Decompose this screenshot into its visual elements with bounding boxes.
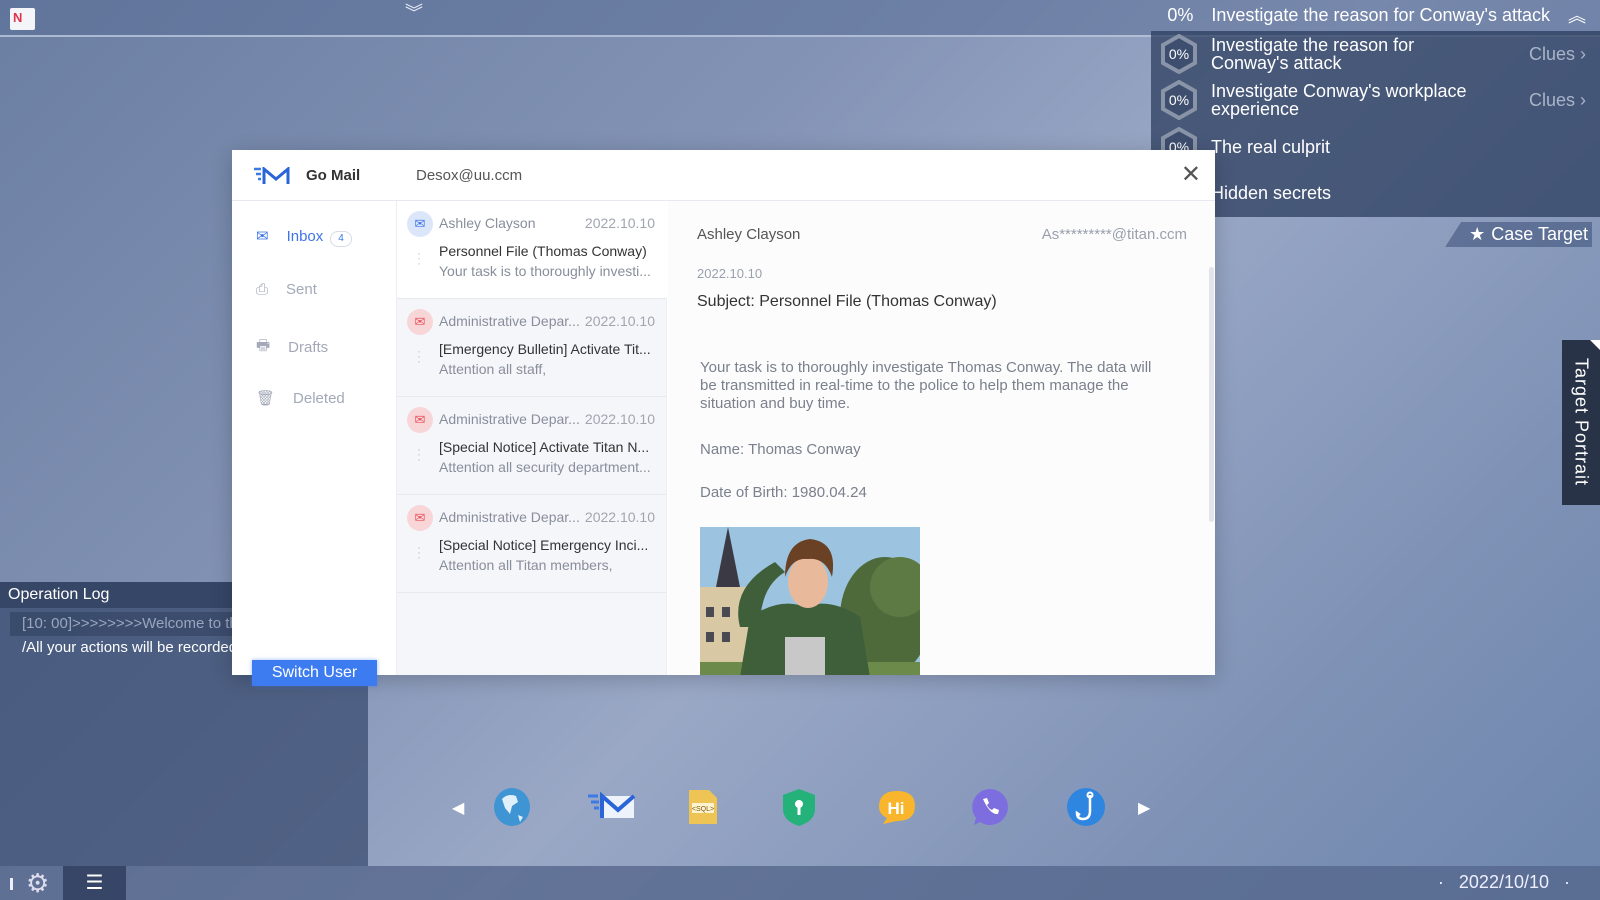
target-portrait-tab[interactable]: Target Portrait <box>1562 340 1600 505</box>
double-chevron-down-icon[interactable]: ︾ <box>405 4 423 22</box>
progress-hexagon-icon: 0% <box>1159 34 1199 74</box>
phone-call-icon[interactable] <box>970 787 1010 827</box>
quest-title: Investigate the reason for Conway's atta… <box>1211 4 1550 25</box>
quest-item[interactable]: 0% Investigate the reason for Conway's a… <box>1151 33 1600 75</box>
mail-detail: Ashley Clayson As*********@titan.ccm 202… <box>668 201 1215 675</box>
close-icon[interactable]: ✕ <box>1181 160 1201 189</box>
drafts-icon: 🖶 <box>256 337 271 354</box>
quest-title: Investigate the reason for Conway's atta… <box>1211 35 1415 73</box>
detail-subject: Subject: Personnel File (Thomas Conway) <box>697 293 997 310</box>
quest-title: Hidden secrets <box>1211 183 1332 203</box>
detail-date: 2022.10.10 <box>697 266 763 281</box>
mail-header: Go Mail Desox@uu.ccm ✕ <box>232 150 1215 201</box>
more-icon[interactable]: · · · <box>417 443 421 465</box>
system-date: · 2022/10/10 · <box>1437 872 1570 892</box>
hook-phishing-icon[interactable] <box>1066 787 1106 827</box>
mail-list-item[interactable]: ✉ Ashley Clayson 2022.10.10 · · · Personnel… <box>397 201 667 299</box>
mail-list-item[interactable]: ✉ Administrative Depar... 2022.10.10 · · · … <box>397 495 667 593</box>
quest-percent: 0% <box>1167 4 1194 25</box>
go-mail-window: Go Mail Desox@uu.ccm ✕ ✉ Inbox 4 ⎙ Sent 🖶 D… <box>232 150 1215 686</box>
bottom-bar: ⚙ ☰ · 2022/10/10 · <box>0 866 1600 900</box>
more-icon[interactable]: · · · <box>417 345 421 367</box>
globe-browser-icon[interactable] <box>492 787 532 827</box>
more-icon[interactable]: · · · <box>417 541 421 563</box>
double-chevron-up-icon[interactable]: ︽ <box>1568 2 1586 28</box>
target-photo <box>700 527 920 675</box>
switch-user-button[interactable]: Switch User <box>252 660 377 686</box>
read-envelope-icon: ✉ <box>407 211 433 237</box>
trash-icon: 🗑 <box>256 390 276 407</box>
mail-list-item[interactable]: ✉ Administrative Depar... 2022.10.10 · · · … <box>397 397 667 495</box>
go-mail-icon[interactable] <box>588 787 638 827</box>
clues-link[interactable]: Clues › <box>1529 90 1586 111</box>
quest-item[interactable]: 0% The real culprit <box>1151 126 1600 168</box>
nav-drafts[interactable]: 🖶 Drafts <box>256 335 328 360</box>
detail-body: Your task is to thoroughly investigate T… <box>700 359 1152 412</box>
envelope-icon: ✉ <box>256 228 269 245</box>
app-name: Go Mail <box>306 167 361 184</box>
sql-file-icon[interactable]: <SQL> <box>683 787 723 827</box>
detail-sender: Ashley Clayson <box>697 226 801 243</box>
more-icon[interactable]: · · · <box>417 247 421 269</box>
nav-sent[interactable]: ⎙ Sent <box>256 281 317 298</box>
unread-envelope-icon: ✉ <box>407 505 433 531</box>
quest-item[interactable]: 0% Investigate Conway's workplace experi… <box>1151 79 1600 121</box>
mail-list-item[interactable]: ✉ Administrative Depar... 2022.10.10 · · · … <box>397 299 667 397</box>
dock-next-arrow-icon[interactable]: ▶ <box>1138 798 1150 818</box>
news-app-icon[interactable]: N <box>10 8 35 30</box>
mail-sidebar: ✉ Inbox 4 ⎙ Sent 🖶 Drafts 🗑 Deleted Switch U… <box>232 201 396 686</box>
quest-title: Investigate Conway's workplace experienc… <box>1211 81 1467 119</box>
detail-dob: Date of Birth: 1980.04.24 <box>700 484 867 501</box>
detail-name: Name: Thomas Conway <box>700 441 861 458</box>
inbox-count-badge: 4 <box>330 231 352 247</box>
svg-text:<SQL>: <SQL> <box>692 806 714 813</box>
divider <box>10 878 13 890</box>
star-icon: ★ <box>1469 224 1486 244</box>
dock-prev-arrow-icon[interactable]: ◀ <box>452 798 464 818</box>
unread-envelope-icon: ✉ <box>407 407 433 433</box>
clues-link[interactable]: Clues › <box>1529 44 1586 65</box>
unread-envelope-icon: ✉ <box>407 309 433 335</box>
mail-list: ✉ Ashley Clayson 2022.10.10 · · · Personnel… <box>396 201 667 675</box>
quest-title: The real culprit <box>1211 137 1331 157</box>
account-email: Desox@uu.ccm <box>416 167 523 184</box>
go-mail-logo-icon <box>254 167 290 184</box>
progress-hexagon-icon: 0% <box>1159 80 1199 120</box>
nav-inbox[interactable]: ✉ Inbox <box>256 227 323 246</box>
detail-sender-email: As*********@titan.ccm <box>1041 226 1187 243</box>
task-list-icon[interactable]: ☰ <box>63 866 126 900</box>
quest-item[interactable]: Hidden secrets <box>1151 173 1600 213</box>
gear-icon[interactable]: ⚙ <box>26 869 54 897</box>
nav-deleted[interactable]: 🗑 Deleted <box>256 389 345 408</box>
quest-panel: 0% Investigate the reason for Conway's a… <box>1151 31 1600 217</box>
detail-scrollbar[interactable] <box>1209 267 1214 522</box>
svg-text:Hi: Hi <box>888 799 905 818</box>
case-target-button[interactable]: ★ Case Target <box>1445 222 1592 247</box>
current-quest[interactable]: 0% Investigate the reason for Conway's a… <box>1167 0 1600 30</box>
shield-key-icon[interactable] <box>779 787 819 827</box>
outbox-icon: ⎙ <box>256 281 269 298</box>
hi-chat-icon[interactable]: Hi <box>875 787 915 827</box>
